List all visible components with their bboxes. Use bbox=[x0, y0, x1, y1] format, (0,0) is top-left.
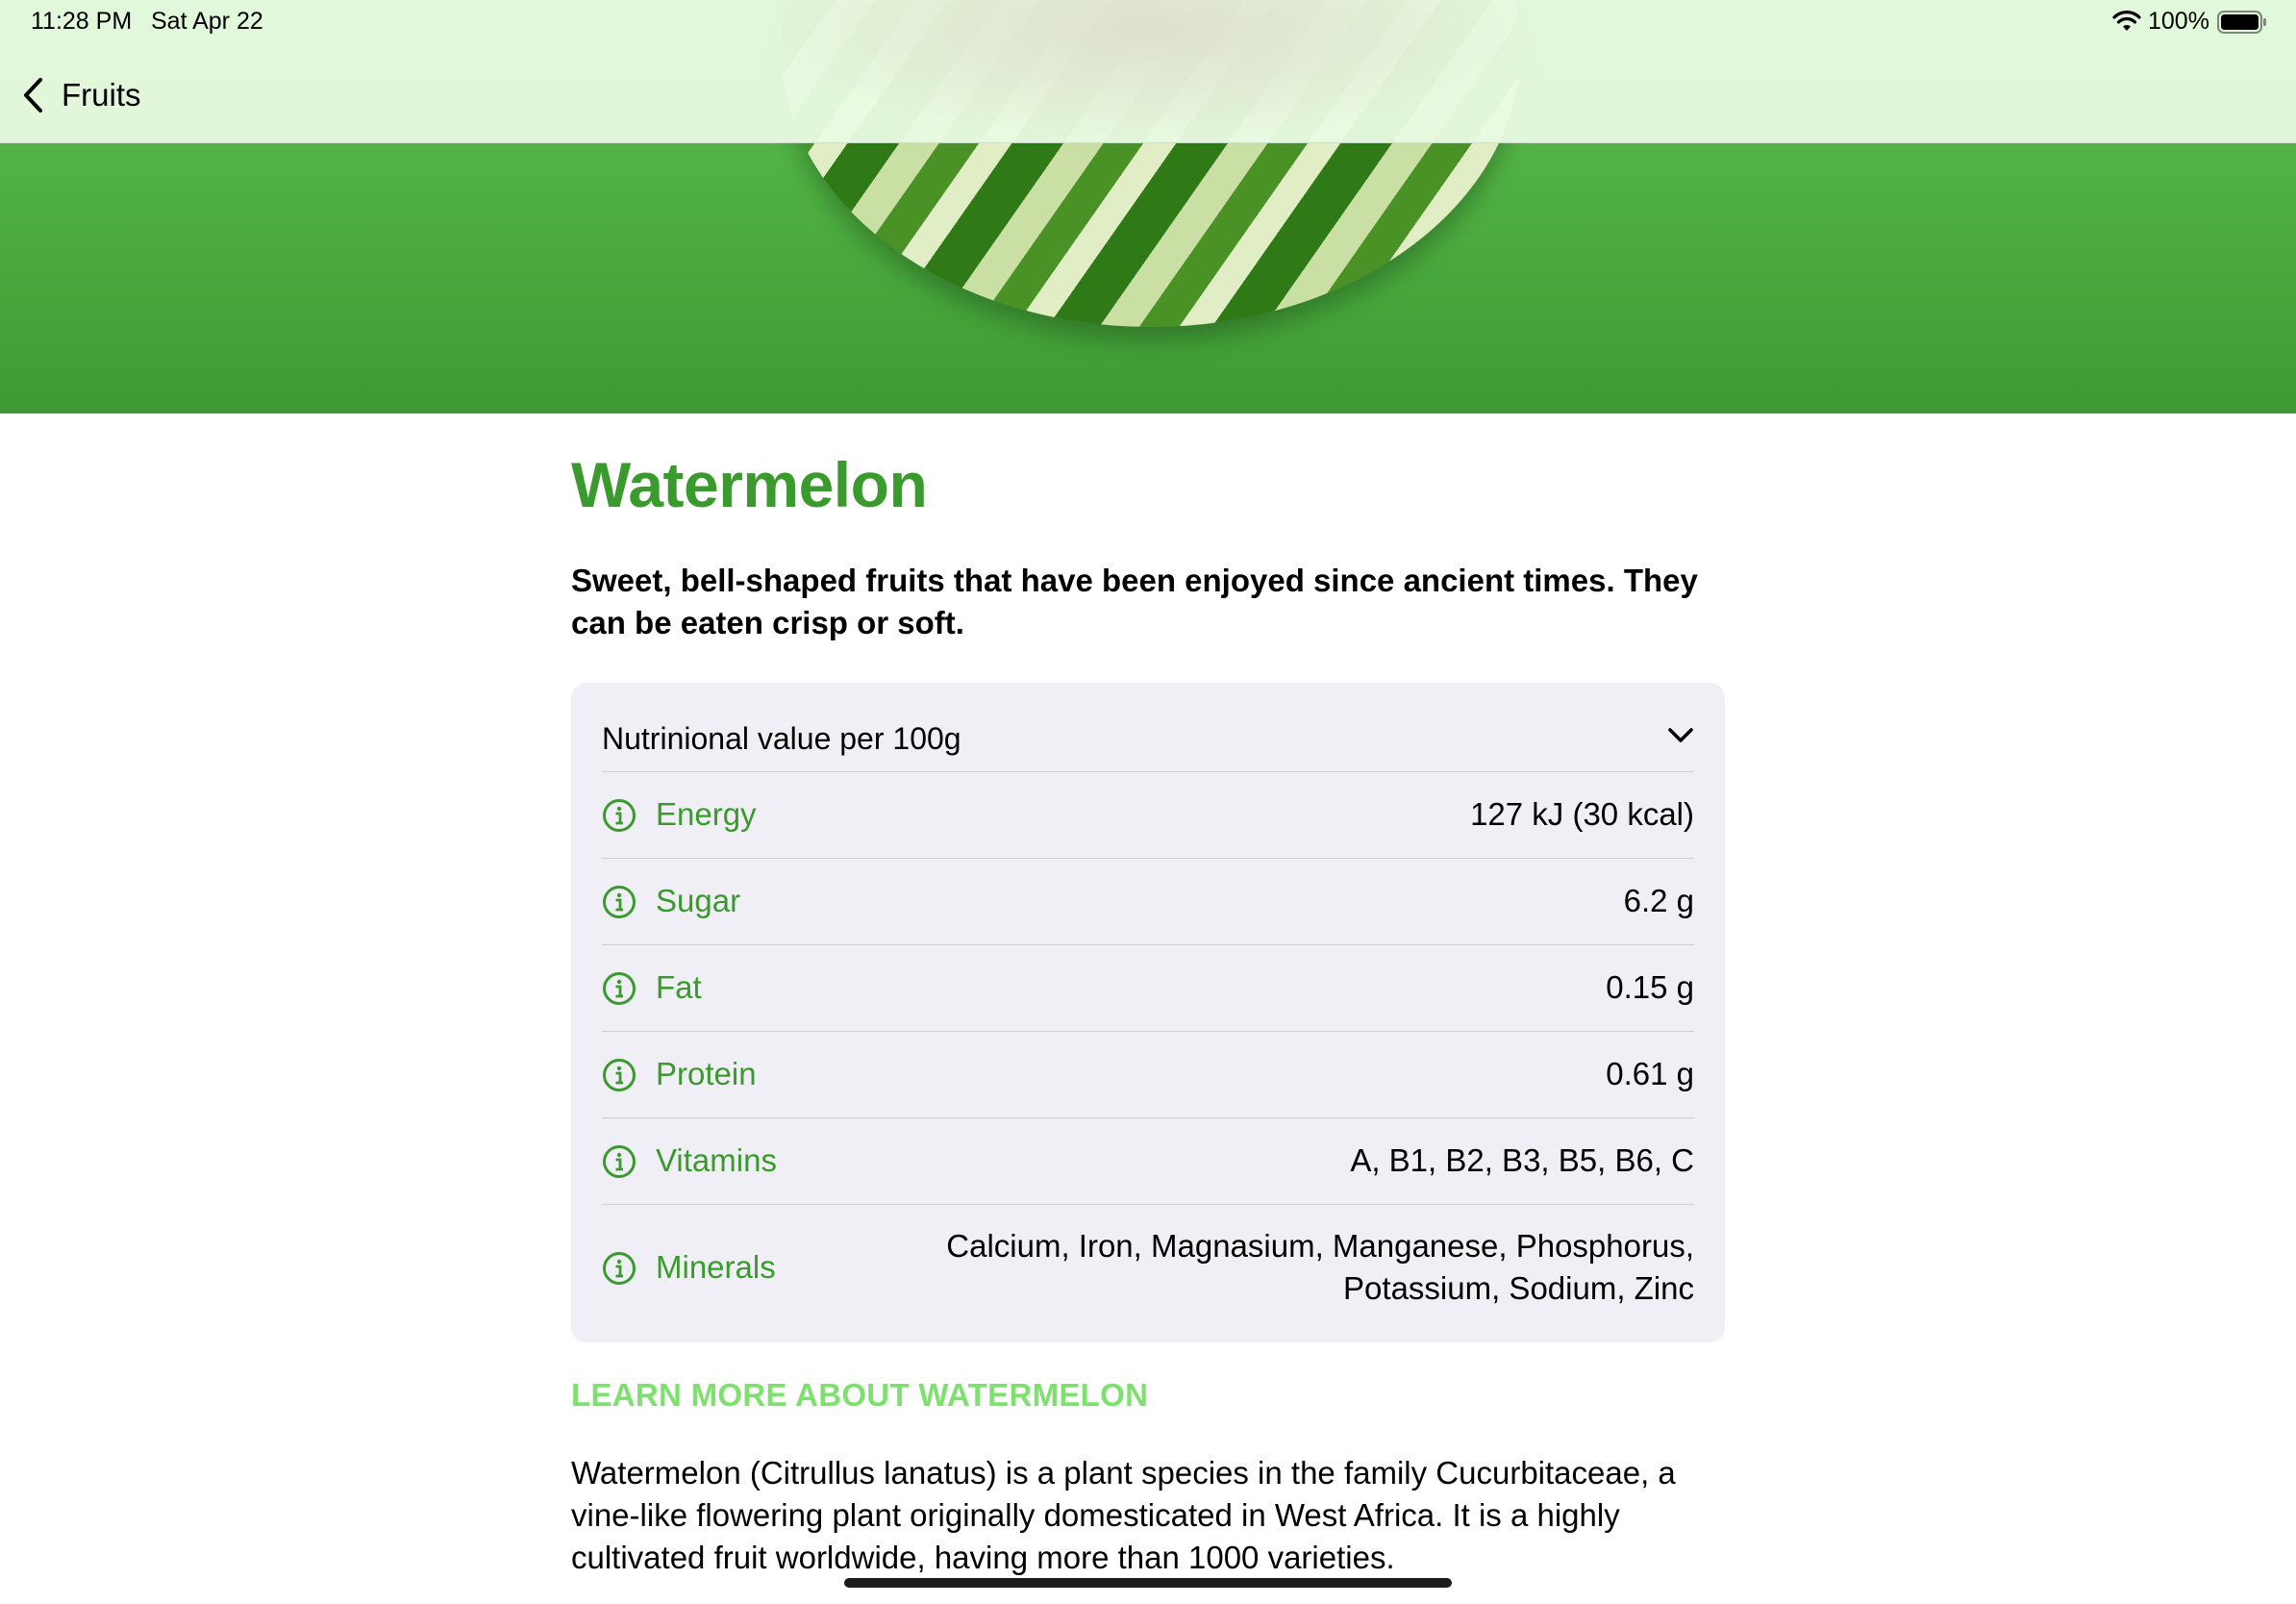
fruit-subtitle: Sweet, bell-shaped fruits that have been… bbox=[571, 563, 1698, 640]
nutrient-label: Energy bbox=[656, 796, 757, 832]
status-time: 11:28 PM bbox=[31, 8, 133, 35]
nutrition-disclosure-header[interactable]: Nutrinional value per 100g bbox=[602, 683, 1694, 772]
nutrient-label: Minerals bbox=[656, 1249, 776, 1285]
nutrient-value: A, B1, B2, B3, B5, B6, C bbox=[1350, 1142, 1694, 1178]
chevron-down-icon bbox=[1668, 728, 1693, 742]
info-icon[interactable] bbox=[602, 1144, 636, 1179]
info-icon[interactable] bbox=[602, 971, 636, 1006]
nutrient-value: 0.15 g bbox=[1606, 969, 1694, 1005]
nutrient-value: 0.61 g bbox=[1606, 1056, 1694, 1091]
nutrient-label: Sugar bbox=[656, 883, 741, 918]
navbar-image-blur bbox=[769, 0, 1529, 142]
info-icon[interactable] bbox=[602, 885, 636, 919]
status-date: Sat Apr 22 bbox=[151, 8, 263, 35]
nutrition-row-fat: Fat 0.15 g bbox=[602, 944, 1694, 1032]
nutrient-value: 127 kJ (30 kcal) bbox=[1470, 796, 1694, 832]
battery-percentage: 100% bbox=[2148, 8, 2209, 35]
chevron-left-icon bbox=[24, 78, 42, 113]
wifi-icon bbox=[2112, 11, 2141, 31]
nutrient-label: Fat bbox=[656, 969, 702, 1005]
home-indicator[interactable] bbox=[844, 1578, 1452, 1588]
info-icon[interactable] bbox=[602, 1251, 636, 1286]
info-icon[interactable] bbox=[602, 1058, 636, 1092]
fruit-description: Watermelon (Citrullus lanatus) is a plan… bbox=[571, 1455, 1676, 1575]
nutrient-label: Vitamins bbox=[656, 1142, 777, 1178]
learn-more-heading[interactable]: LEARN MORE ABOUT WATERMELON bbox=[571, 1377, 1148, 1414]
back-button[interactable]: Fruits bbox=[21, 71, 141, 119]
nutrition-header-label: Nutrinional value per 100g bbox=[602, 721, 961, 756]
battery-icon bbox=[2217, 11, 2266, 34]
nutrient-value: Calcium, Iron, Magnasium, Manganese, Pho… bbox=[946, 1228, 1694, 1306]
page-title: Watermelon bbox=[571, 449, 928, 520]
navigation-bar: 11:28 PM Sat Apr 22 100% Fruits bbox=[0, 0, 2296, 143]
nutrition-row-protein: Protein 0.61 g bbox=[602, 1031, 1694, 1118]
nutrient-value: 6.2 g bbox=[1623, 883, 1694, 918]
back-button-label: Fruits bbox=[62, 77, 141, 113]
nutrition-row-sugar: Sugar 6.2 g bbox=[602, 858, 1694, 945]
nutrient-label: Protein bbox=[656, 1056, 757, 1091]
nutrition-row-vitamins: Vitamins A, B1, B2, B3, B5, B6, C bbox=[602, 1117, 1694, 1205]
nutrition-row-energy: Energy 127 kJ (30 kcal) bbox=[602, 771, 1694, 859]
info-icon[interactable] bbox=[602, 798, 636, 833]
nutrition-card: Nutrinional value per 100g Energy 127 kJ… bbox=[571, 683, 1725, 1342]
nutrition-row-minerals: Minerals Calcium, Iron, Magnasium, Manga… bbox=[602, 1204, 1694, 1334]
